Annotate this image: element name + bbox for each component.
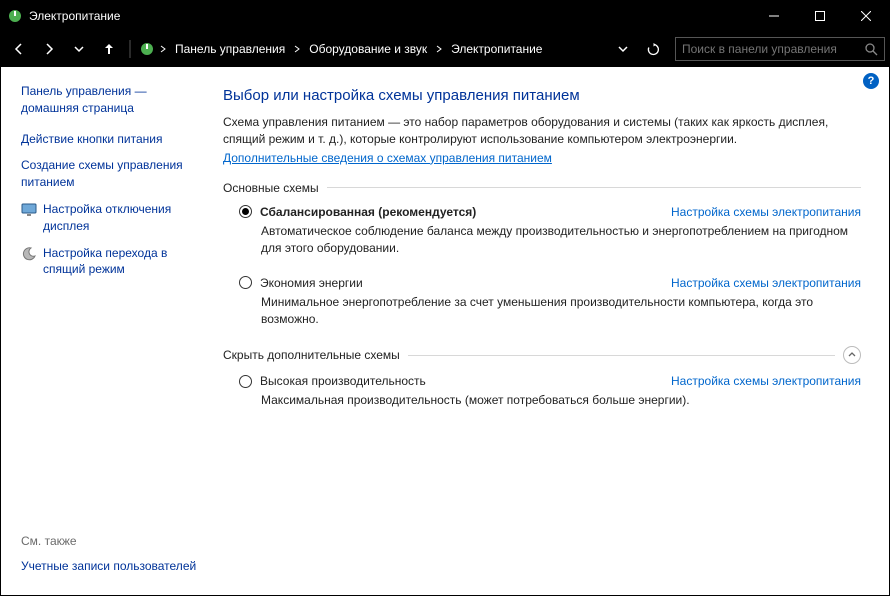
- up-button[interactable]: [95, 35, 123, 63]
- sleep-icon: [21, 246, 37, 262]
- section-header: Основные схемы: [223, 181, 861, 195]
- window: Электропитание: [0, 0, 890, 596]
- section-basic-plans: Основные схемы Сбалансированная (рекомен…: [223, 181, 861, 329]
- radio-power-saver[interactable]: [239, 276, 252, 289]
- control-panel-home-link[interactable]: Панель управления — домашняя страница: [21, 83, 201, 117]
- collapse-toggle[interactable]: [843, 346, 861, 364]
- page-heading: Выбор или настройка схемы управления пит…: [223, 87, 861, 104]
- plan-settings-link[interactable]: Настройка схемы электропитания: [671, 276, 861, 290]
- radio-balanced[interactable]: [239, 205, 252, 218]
- section-header[interactable]: Скрыть дополнительные схемы: [223, 346, 861, 364]
- display-off-icon: [21, 202, 37, 218]
- chevron-right-icon[interactable]: [291, 45, 303, 53]
- breadcrumb-icon: [139, 41, 155, 57]
- plan-description: Максимальная производительность (может п…: [261, 392, 861, 409]
- breadcrumb-item[interactable]: Панель управления: [169, 35, 291, 63]
- refresh-button[interactable]: [639, 35, 667, 63]
- search-input[interactable]: [682, 42, 865, 56]
- window-title: Электропитание: [29, 9, 751, 23]
- plan-description: Автоматическое соблюдение баланса между …: [261, 223, 861, 258]
- plan-name[interactable]: Сбалансированная (рекомендуется): [260, 205, 476, 219]
- close-button[interactable]: [843, 1, 889, 31]
- radio-high-performance[interactable]: [239, 375, 252, 388]
- recent-dropdown[interactable]: [65, 35, 93, 63]
- app-icon: [7, 8, 23, 24]
- sidebar-link-user-accounts[interactable]: Учетные записи пользователей: [21, 558, 201, 575]
- chevron-right-icon[interactable]: [157, 45, 169, 53]
- window-controls: [751, 1, 889, 31]
- section-title: Основные схемы: [223, 181, 319, 195]
- more-info-link[interactable]: Дополнительные сведения о схемах управле…: [223, 151, 552, 165]
- main: Выбор или настройка схемы управления пит…: [211, 67, 889, 595]
- section-title: Скрыть дополнительные схемы: [223, 348, 400, 362]
- divider: [408, 355, 835, 356]
- content: ? Панель управления — домашняя страница …: [1, 67, 889, 595]
- sidebar-link-power-button[interactable]: Действие кнопки питания: [21, 131, 201, 148]
- help-icon[interactable]: ?: [863, 73, 879, 89]
- breadcrumb-separator: [125, 35, 135, 63]
- breadcrumb-item[interactable]: Электропитание: [445, 35, 548, 63]
- search-box[interactable]: [675, 37, 885, 61]
- titlebar: Электропитание: [1, 1, 889, 31]
- minimize-button[interactable]: [751, 1, 797, 31]
- breadcrumb: Панель управления Оборудование и звук Эл…: [137, 35, 673, 63]
- plan-power-saver: Экономия энергии Настройка схемы электро…: [239, 276, 861, 329]
- chevron-right-icon[interactable]: [433, 45, 445, 53]
- page-description: Схема управления питанием — это набор па…: [223, 114, 861, 149]
- forward-button[interactable]: [35, 35, 63, 63]
- chevron-up-icon: [847, 350, 857, 360]
- section-additional-plans: Скрыть дополнительные схемы Высокая прои…: [223, 346, 861, 409]
- plan-settings-link[interactable]: Настройка схемы электропитания: [671, 205, 861, 219]
- search-icon[interactable]: [865, 43, 878, 56]
- navbar: Панель управления Оборудование и звук Эл…: [1, 31, 889, 67]
- sidebar: Панель управления — домашняя страница Де…: [1, 67, 211, 595]
- maximize-button[interactable]: [797, 1, 843, 31]
- plan-balanced: Сбалансированная (рекомендуется) Настрой…: [239, 205, 861, 258]
- sidebar-link-create-plan[interactable]: Создание схемы управления питанием: [21, 157, 201, 191]
- sidebar-link-sleep[interactable]: Настройка перехода в спящий режим: [43, 245, 201, 279]
- plan-description: Минимальное энергопотребление за счет ум…: [261, 294, 861, 329]
- plan-name[interactable]: Экономия энергии: [260, 276, 363, 290]
- breadcrumb-dropdown[interactable]: [609, 35, 637, 63]
- breadcrumb-item[interactable]: Оборудование и звук: [303, 35, 433, 63]
- sidebar-link-display-off[interactable]: Настройка отключения дисплея: [43, 201, 201, 235]
- back-button[interactable]: [5, 35, 33, 63]
- plan-settings-link[interactable]: Настройка схемы электропитания: [671, 374, 861, 388]
- plan-high-performance: Высокая производительность Настройка схе…: [239, 374, 861, 409]
- see-also-label: См. также: [21, 534, 201, 548]
- plan-name[interactable]: Высокая производительность: [260, 374, 426, 388]
- divider: [327, 187, 861, 188]
